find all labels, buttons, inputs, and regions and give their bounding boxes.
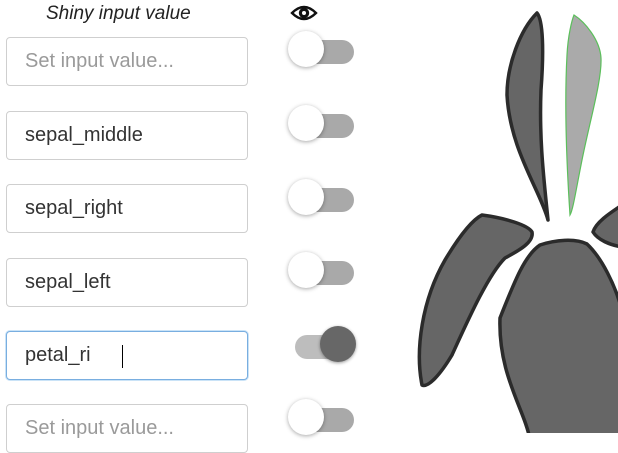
visibility-toggle-6[interactable]	[288, 398, 358, 440]
input-value-field-1[interactable]	[6, 37, 248, 86]
header-title: Shiny input value	[46, 3, 191, 24]
input-value-field-4[interactable]	[6, 258, 248, 307]
input-value-field-2[interactable]	[6, 111, 248, 160]
petal-right-shape[interactable]	[591, 205, 618, 248]
sepal-middle-shape[interactable]	[565, 14, 602, 217]
petal-middle-shape[interactable]	[498, 238, 618, 433]
text-cursor	[122, 345, 123, 368]
input-value-field-5[interactable]	[6, 331, 248, 380]
eye-icon	[290, 5, 318, 21]
sepal-left-shape[interactable]	[505, 11, 550, 222]
visibility-toggle-2[interactable]	[288, 104, 358, 146]
visibility-toggle-4[interactable]	[288, 251, 358, 293]
input-value-field-6[interactable]	[6, 404, 248, 453]
visibility-toggle-5[interactable]	[290, 325, 360, 367]
visibility-toggle-1[interactable]	[288, 30, 358, 72]
iris-diagram	[417, 11, 618, 433]
input-value-field-3[interactable]	[6, 184, 248, 233]
visibility-toggle-3[interactable]	[288, 178, 358, 220]
